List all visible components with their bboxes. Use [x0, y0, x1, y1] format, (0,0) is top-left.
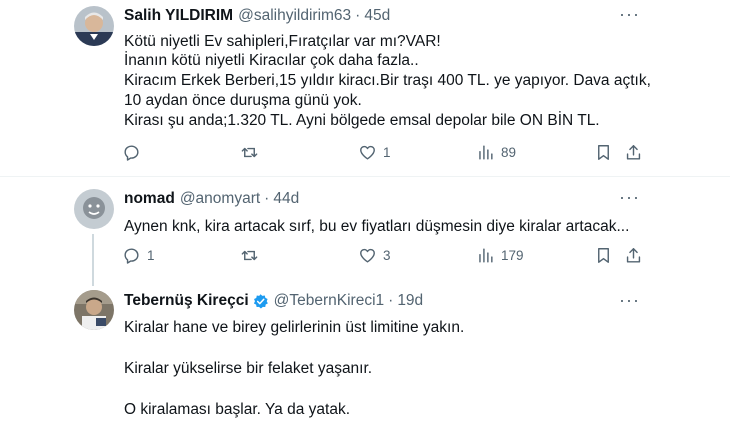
tweet-text: Aynen knk, kira artacak sırf, bu ev fiya… [124, 217, 629, 236]
share-button[interactable] [624, 143, 643, 162]
more-options-icon[interactable]: ··· [619, 187, 640, 208]
avatar[interactable] [74, 290, 114, 330]
tweet-line: Kiralar yükselirse bir felaket yaşanır. [124, 360, 373, 377]
view-count: 89 [501, 145, 517, 160]
share-button[interactable] [624, 246, 643, 265]
avatar[interactable] [74, 189, 114, 229]
tweet-text: Kötü niyetli Ev sahipleri,Fıratçılar var… [124, 32, 651, 130]
tweet-line: O kiralaması başlar. Ya da yatak. [124, 401, 351, 418]
bookmark-button[interactable] [594, 143, 613, 162]
display-name[interactable]: Salih YILDIRIM [124, 7, 233, 25]
like-count: 1 [383, 145, 391, 160]
retweet-icon [241, 250, 258, 261]
tweet-line: Kötü niyetli Ev sahipleri,Fıratçılar var… [124, 33, 441, 50]
avatar[interactable] [74, 6, 114, 46]
views-button[interactable]: 179 [476, 246, 524, 265]
bookmark-icon [598, 248, 609, 263]
like-count: 3 [383, 248, 391, 263]
analytics-icon [479, 248, 493, 263]
tweet-header: nomad @anomyart · 44d [124, 190, 299, 208]
tweet-line [124, 339, 464, 360]
more-options-icon[interactable]: ··· [619, 4, 640, 25]
tweet-line: İnanın kötü niyetli Kiracılar çok daha f… [124, 52, 419, 70]
timestamp[interactable]: 19d [397, 292, 423, 310]
views-button[interactable]: 89 [476, 143, 516, 162]
tweet-line: Kiralar hane ve birey gelirlerinin üst l… [124, 319, 465, 336]
timestamp[interactable]: 45d [364, 7, 390, 25]
tweet-line: 10 aydan önce duruşma günü yok. [124, 91, 362, 109]
separator-dot: · [355, 7, 361, 24]
reply-icon [124, 145, 139, 161]
action-bar: 1 89 [122, 143, 662, 167]
reply-button[interactable] [122, 143, 147, 162]
tweet-header: Tebernüş Kireçci @TebernKireci1 · 19d [124, 292, 423, 310]
tweet-line [124, 380, 464, 401]
like-button[interactable]: 3 [358, 246, 391, 265]
retweet-button[interactable] [240, 143, 265, 162]
verified-badge-icon [252, 293, 269, 310]
user-handle[interactable]: @anomyart [180, 190, 260, 208]
reply-count: 1 [147, 248, 155, 263]
tweet-text: Kiralar hane ve birey gelirlerinin üst l… [124, 318, 464, 421]
tweet-salih[interactable]: Salih YILDIRIM @salihyildirim63 · 45d ··… [0, 0, 730, 170]
reply-icon [124, 248, 139, 264]
display-name[interactable]: Tebernüş Kireçci [124, 292, 249, 310]
share-icon [626, 248, 641, 263]
action-bar: 1 3 179 [122, 246, 662, 270]
display-name[interactable]: nomad [124, 190, 175, 208]
tweet-header: Salih YILDIRIM @salihyildirim63 · 45d [124, 7, 390, 25]
view-count: 179 [501, 248, 524, 263]
tweet-nomad[interactable]: nomad @anomyart · 44d ··· Aynen knk, kir… [0, 177, 730, 282]
timestamp[interactable]: 44d [273, 190, 299, 208]
retweet-icon [241, 147, 258, 158]
share-icon [626, 145, 641, 160]
heart-icon [360, 145, 375, 160]
bookmark-button[interactable] [594, 246, 613, 265]
user-handle[interactable]: @salihyildirim63 [238, 7, 351, 25]
reply-button[interactable]: 1 [122, 246, 155, 265]
like-button[interactable]: 1 [358, 143, 391, 162]
tweet-line: Kiracım Erkek Berberi,15 yıldır kiracı.B… [124, 72, 651, 90]
separator-dot: · [264, 190, 270, 207]
user-handle[interactable]: @TebernKireci1 [274, 292, 385, 310]
separator-dot: · [388, 292, 394, 309]
tweet-tebernus[interactable]: Tebernüş Kireçci @TebernKireci1 · 19d ··… [0, 282, 730, 420]
retweet-button[interactable] [240, 246, 265, 265]
analytics-icon [479, 145, 493, 160]
more-options-icon[interactable]: ··· [619, 290, 640, 311]
bookmark-icon [598, 145, 609, 160]
tweet-line: Aynen knk, kira artacak sırf, bu ev fiya… [124, 218, 630, 235]
heart-icon [360, 248, 375, 263]
tweet-line: Kirası şu anda;1.320 TL. Ayni bölgede em… [124, 111, 600, 129]
